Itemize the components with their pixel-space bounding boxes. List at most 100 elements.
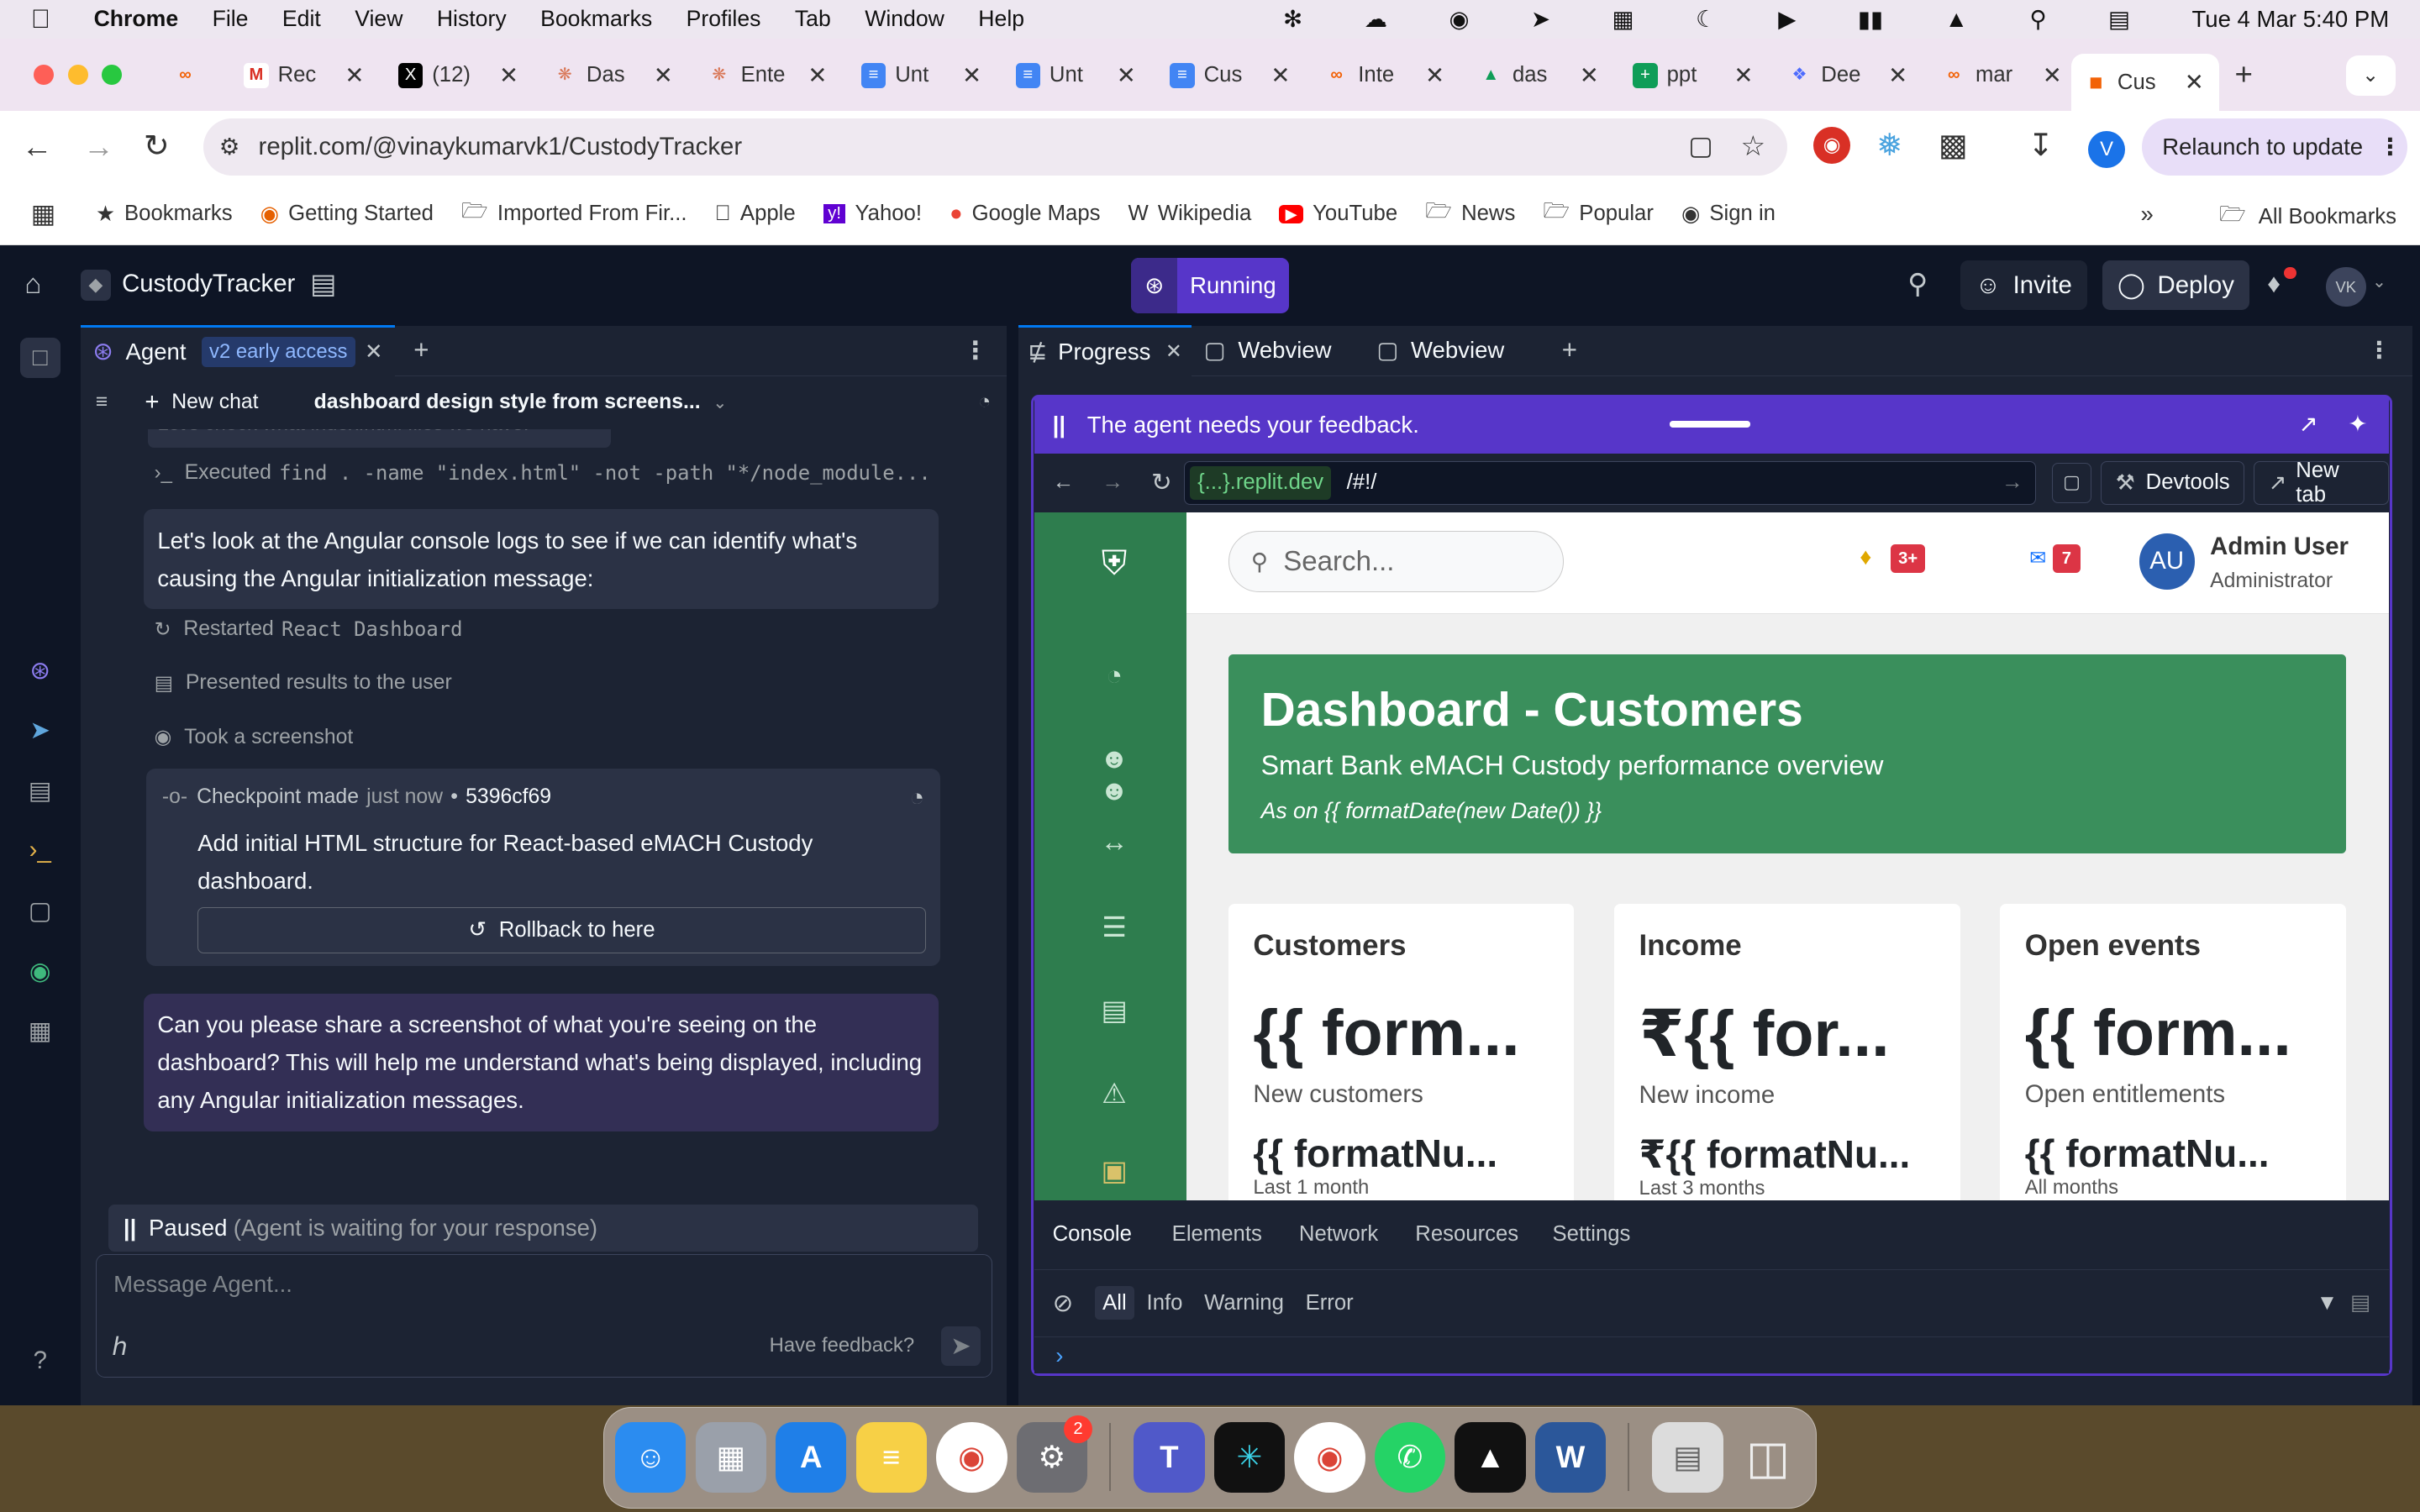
browser-tab[interactable]: ∞ Inte ✕ <box>1312 54 1460 97</box>
bookmark-folder[interactable]: 🗁 News <box>1425 196 1515 232</box>
chevron-down-icon[interactable]: ⌄ <box>2372 271 2386 292</box>
notifications-bell-icon[interactable]: ♦ <box>2267 269 2281 299</box>
forward-icon[interactable]: → <box>1102 470 1123 495</box>
menu-edit[interactable]: Edit <box>282 6 321 32</box>
menubar-datetime[interactable]: Tue 4 Mar 5:40 PM <box>2191 6 2389 33</box>
browser-tab[interactable]: ∞ mar ✕ <box>1929 54 2077 97</box>
menu-view[interactable]: View <box>355 6 402 32</box>
shell-icon[interactable]: ›_ <box>24 836 55 867</box>
devtools-tab-console[interactable]: Console <box>1053 1222 1132 1247</box>
new-tab-button[interactable]: ↗ New tab <box>2254 459 2390 507</box>
avatar[interactable]: VK <box>2325 266 2366 307</box>
status-icon[interactable]: ▦ <box>1612 6 1634 33</box>
filter-info[interactable]: Info <box>1147 1291 1183 1315</box>
project-info-icon[interactable]: ▤ <box>310 267 336 301</box>
browser-tab[interactable]: ≡ Cus ✕ <box>1158 54 1306 97</box>
deployments-icon[interactable]: ◉ <box>24 957 55 988</box>
close-icon[interactable]: ✕ <box>1270 62 1290 89</box>
browser-tab[interactable]: X (12) ✕ <box>386 54 534 97</box>
assistant-icon[interactable]: ➤ <box>24 716 55 747</box>
popout-icon[interactable]: ↗ <box>2299 411 2318 438</box>
agent-icon[interactable]: ⊛ <box>24 656 55 687</box>
users-icon[interactable]: ☻☻ <box>1092 743 1135 806</box>
status-icon[interactable]: ◉ <box>1449 6 1470 33</box>
control-center-icon[interactable]: ▤ <box>2108 6 2130 33</box>
close-icon[interactable]: ✕ <box>1165 339 1182 364</box>
apps-grid-icon[interactable]: ▦ <box>31 199 56 229</box>
warning-icon[interactable]: ⚠ <box>1092 1077 1135 1114</box>
finder-icon[interactable]: ☺ <box>614 1421 687 1494</box>
close-icon[interactable]: ✕ <box>1733 62 1753 89</box>
feedback-link[interactable]: Have feedback? <box>770 1334 914 1357</box>
bookmark-star-icon[interactable]: ☆ <box>1741 129 1766 163</box>
extensions-puzzle-icon[interactable]: ▩ <box>1939 127 1968 163</box>
close-icon[interactable]: ✕ <box>1425 62 1444 89</box>
omnibox-url[interactable]: replit.com/@vinaykumarvk1/CustodyTracker <box>259 133 743 161</box>
menu-history[interactable]: History <box>437 6 507 32</box>
menu-profiles[interactable]: Profiles <box>687 6 761 32</box>
deploy-button[interactable]: ◯ Deploy <box>2102 260 2250 311</box>
checkpoint-hash[interactable]: 5396cf69 <box>466 785 551 809</box>
devtools-tab-resources[interactable]: Resources <box>1415 1222 1518 1247</box>
close-icon[interactable]: ✕ <box>345 62 364 89</box>
more-bookmarks-icon[interactable]: » <box>2141 201 2154 228</box>
browser-tab[interactable]: ❋ Ente ✕ <box>695 54 843 97</box>
download-icon[interactable]: ↧ <box>2028 127 2054 163</box>
filter-all[interactable]: All <box>1094 1286 1134 1320</box>
gauge-icon[interactable]: ◔ <box>978 391 991 414</box>
omnibox[interactable]: ⚙ replit.com/@vinaykumarvk1/CustodyTrack… <box>203 118 1787 176</box>
chrome-icon[interactable]: ◉ <box>1294 1421 1365 1494</box>
tasks-list-icon[interactable]: ☰ <box>1092 911 1135 948</box>
menu-tab[interactable]: Tab <box>795 6 831 32</box>
filter-error[interactable]: Error <box>1306 1291 1354 1315</box>
tab-progress[interactable]: ⋢ Progress ✕ <box>1018 325 1192 376</box>
run-status-button[interactable]: ⊛ Running <box>1131 257 1289 313</box>
drag-handle[interactable] <box>1670 421 1750 428</box>
close-icon[interactable]: ✕ <box>499 62 518 89</box>
close-icon[interactable]: ✕ <box>654 62 673 89</box>
message-input[interactable]: Message Agent... <box>113 1271 292 1298</box>
chevron-down-icon[interactable]: ⌄ <box>713 392 727 413</box>
browser-tab-active[interactable]: ◼ Cus ✕ <box>2070 54 2220 112</box>
new-tab-icon[interactable]: + <box>2235 57 2253 92</box>
perplexity-icon[interactable]: ✳ <box>1213 1421 1286 1494</box>
webview-path[interactable]: /#!/ <box>1347 470 1377 495</box>
console-icon[interactable]: ▤ <box>24 776 55 807</box>
restarted-row[interactable]: ↻ Restarted React Dashboard <box>155 617 463 642</box>
tab-webview[interactable]: ▢ Webview <box>1192 325 1365 376</box>
bookmark-item[interactable]: y! Yahoo! <box>823 202 922 226</box>
close-icon[interactable]: ✕ <box>1888 62 1907 89</box>
shield-icon[interactable]: ⛨ <box>1092 543 1135 582</box>
browser-tab[interactable]: ❖ Dee ✕ <box>1775 54 1923 97</box>
more-vert-icon[interactable]: ⋮ <box>2368 337 2391 364</box>
close-icon[interactable]: ✕ <box>2043 62 2062 89</box>
files-toggle-icon[interactable]: □ <box>19 338 60 378</box>
webview-icon[interactable]: ▢ <box>24 896 55 927</box>
devtools-button[interactable]: ⚒ Devtools <box>2101 461 2245 505</box>
chat-title[interactable]: dashboard design style from screens... <box>314 391 701 414</box>
avatar[interactable]: AU <box>2139 533 2195 590</box>
search-icon[interactable]: ⚲ <box>1907 267 1928 301</box>
home-icon[interactable]: ⌂ <box>24 269 41 301</box>
devtools-tab-settings[interactable]: Settings <box>1553 1222 1631 1247</box>
webview-url-bar[interactable]: {...}.replit.dev /#!/ → <box>1184 461 2037 505</box>
dashboard-gauge-icon[interactable]: ◔ <box>1092 660 1135 697</box>
tab-search-icon[interactable]: ⌄ <box>2345 55 2396 96</box>
go-icon[interactable]: → <box>2002 470 2023 495</box>
tab-agent[interactable]: ⊛ Agent v2 early access ✕ <box>80 325 396 376</box>
bookmark-item[interactable]: ★ Bookmarks <box>96 202 233 227</box>
back-icon[interactable]: ← <box>22 129 53 165</box>
screenshot-row[interactable]: ◉ Took a screenshot <box>155 725 354 749</box>
menu-help[interactable]: Help <box>978 6 1024 32</box>
menu-window[interactable]: Window <box>865 6 944 32</box>
bookmark-item[interactable]: ◉ Getting Started <box>260 202 434 227</box>
close-icon[interactable]: ✕ <box>1580 62 1599 89</box>
menu-app-name[interactable]: Chrome <box>94 6 179 32</box>
reload-icon[interactable]: ↻ <box>144 128 170 164</box>
browser-tab[interactable]: M Rec ✕ <box>232 54 380 97</box>
add-tab-icon[interactable]: + <box>413 335 429 365</box>
site-info-icon[interactable]: ⚙ <box>219 134 240 160</box>
transfer-arrows-icon[interactable]: ↔ <box>1092 827 1135 864</box>
cursor-app-icon[interactable]: ▲ <box>1455 1421 1526 1494</box>
browser-tab[interactable]: ∞ <box>160 54 222 97</box>
